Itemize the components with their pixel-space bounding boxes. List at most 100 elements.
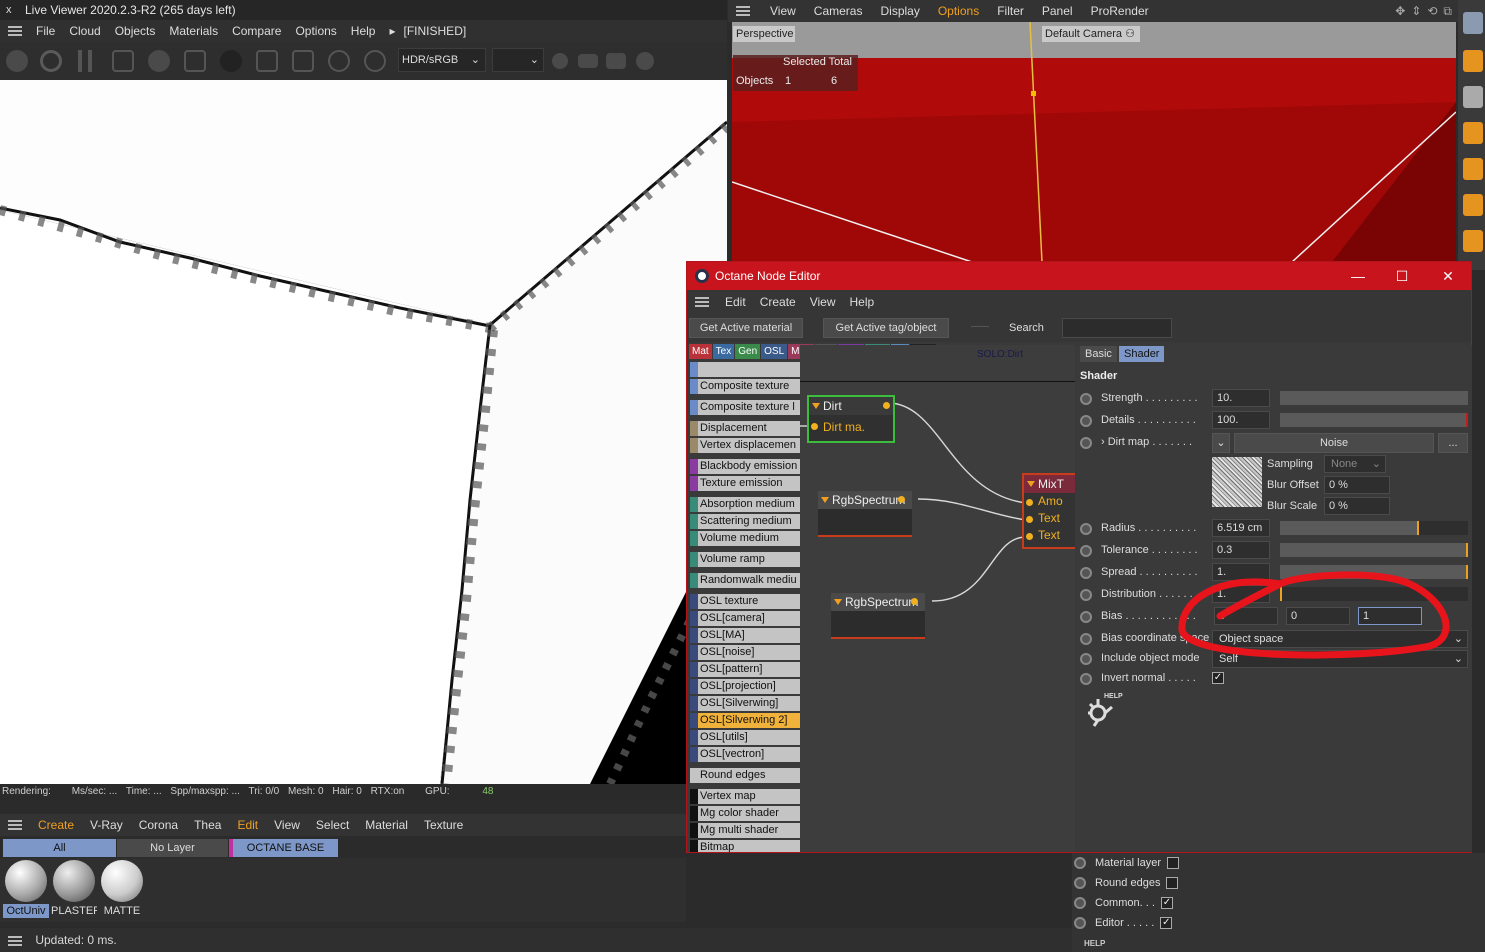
- material-ball-icon[interactable]: [220, 50, 242, 72]
- vp-menu-cameras[interactable]: Cameras: [814, 4, 863, 18]
- region-render-icon[interactable]: [112, 50, 134, 72]
- material-pick-icon[interactable]: [364, 50, 386, 72]
- material-plaster[interactable]: PLASTER: [51, 860, 97, 920]
- attr-editor[interactable]: Editor . . . . . ✓: [1072, 914, 1173, 932]
- node-type-item[interactable]: Vertex map: [690, 789, 800, 804]
- mm-menu-texture[interactable]: Texture: [424, 818, 463, 832]
- color-icon[interactable]: [636, 52, 654, 70]
- close-button[interactable]: ✕: [1425, 262, 1471, 290]
- maximize-button[interactable]: ☐: [1379, 262, 1425, 290]
- zoom-view-icon[interactable]: ⇕: [1411, 4, 1421, 18]
- mm-menu-edit[interactable]: Edit: [237, 818, 258, 832]
- mm-menu-corona[interactable]: Corona: [139, 818, 178, 832]
- animate-radio-icon[interactable]: [1074, 897, 1086, 909]
- node-type-item[interactable]: Scattering medium: [690, 514, 800, 529]
- node-type-item[interactable]: Bitmap: [690, 840, 800, 852]
- ne-menu-create[interactable]: Create: [760, 295, 796, 309]
- animate-radio-icon[interactable]: [1080, 545, 1092, 557]
- spline-tool-icon[interactable]: [1463, 194, 1483, 216]
- checkbox-checked[interactable]: ✓: [1160, 897, 1173, 909]
- distribution-slider[interactable]: [1280, 587, 1468, 601]
- animate-radio-icon[interactable]: [1074, 877, 1086, 889]
- clay-mode-icon[interactable]: [552, 53, 568, 69]
- camera-icon[interactable]: [606, 53, 626, 69]
- primitive-tool-icon[interactable]: [1463, 122, 1483, 144]
- tab-shader[interactable]: Shader: [1119, 346, 1165, 362]
- ne-menu-view[interactable]: View: [810, 295, 836, 309]
- dirt-map-dropdown[interactable]: ⌄: [1212, 433, 1230, 453]
- node-type-item[interactable]: OSL[pattern]: [690, 662, 800, 677]
- node-type-item[interactable]: OSL[Silverwing]: [690, 696, 800, 711]
- spread-slider[interactable]: [1280, 565, 1468, 579]
- radius-input[interactable]: 6.519 cm: [1212, 519, 1270, 537]
- category-tab-osl[interactable]: OSL: [761, 344, 788, 359]
- viewport-camera-label[interactable]: Default Camera ⚇: [1042, 26, 1140, 42]
- mm-menu-select[interactable]: Select: [316, 818, 349, 832]
- cube-tool-icon[interactable]: [1463, 50, 1483, 72]
- animate-radio-icon[interactable]: [1080, 567, 1092, 579]
- animate-radio-icon[interactable]: [1080, 633, 1092, 645]
- object-tool-icon[interactable]: [1463, 12, 1483, 34]
- tab-basic[interactable]: Basic: [1080, 346, 1117, 362]
- get-active-tag-button[interactable]: Get Active tag/object: [823, 318, 949, 338]
- generator-tool-icon[interactable]: [1463, 158, 1483, 180]
- animate-radio-icon[interactable]: [1080, 589, 1092, 601]
- input-pin[interactable]: [1026, 533, 1033, 540]
- node-rgbspectrum-2[interactable]: RgbSpectrum: [831, 593, 925, 639]
- category-tab-mat[interactable]: Mat: [689, 344, 712, 359]
- film-region-icon[interactable]: [292, 50, 314, 72]
- dirt-map-more-button[interactable]: ...: [1438, 433, 1468, 453]
- hamburger-menu-icon[interactable]: [695, 297, 709, 307]
- minimize-button[interactable]: —: [1335, 262, 1381, 290]
- pause-icon[interactable]: [78, 50, 92, 72]
- settings-gear-icon[interactable]: [148, 50, 170, 72]
- menu-objects[interactable]: Objects: [115, 24, 156, 38]
- add-region-icon[interactable]: [256, 50, 278, 72]
- move-view-icon[interactable]: ✥: [1395, 4, 1405, 18]
- node-type-item[interactable]: Composite texture: [690, 379, 800, 394]
- mm-menu-thea[interactable]: Thea: [194, 818, 221, 832]
- output-pin[interactable]: [911, 598, 918, 605]
- ne-menu-edit[interactable]: Edit: [725, 295, 746, 309]
- help-icon[interactable]: HELP: [1084, 939, 1105, 948]
- node-type-item[interactable]: Randomwalk mediu: [690, 573, 800, 588]
- input-pin[interactable]: [811, 423, 818, 430]
- node-type-item[interactable]: Volume medium: [690, 531, 800, 546]
- strength-input[interactable]: 10.: [1212, 389, 1270, 407]
- output-pin[interactable]: [883, 402, 890, 409]
- animate-radio-icon[interactable]: [1074, 917, 1086, 929]
- node-type-item[interactable]: Round edges: [690, 768, 800, 783]
- bias-coordinate-select[interactable]: Object space ⌄: [1212, 630, 1468, 648]
- node-type-item[interactable]: Texture emission: [690, 476, 800, 491]
- category-tab-tex[interactable]: Tex: [712, 344, 735, 359]
- details-slider[interactable]: [1280, 413, 1468, 427]
- node-type-item[interactable]: Vertex displacemen: [690, 438, 800, 453]
- node-type-item[interactable]: Blackbody emission: [690, 459, 800, 474]
- material-octuniv[interactable]: OctUniv: [3, 860, 49, 920]
- animate-radio-icon[interactable]: [1080, 437, 1092, 449]
- input-pin[interactable]: [1026, 499, 1033, 506]
- attr-common[interactable]: Common. . . ✓: [1072, 894, 1173, 912]
- node-dirt[interactable]: Dirt Dirt ma.: [807, 395, 895, 443]
- rotate-view-icon[interactable]: ⟲: [1427, 4, 1437, 18]
- distribution-input[interactable]: 1.: [1212, 585, 1270, 603]
- attr-material-layer[interactable]: Material layer: [1072, 854, 1180, 872]
- deformer-tool-icon[interactable]: [1463, 230, 1483, 252]
- focus-pick-icon[interactable]: [328, 50, 350, 72]
- node-mixtexture[interactable]: MixT Amo Text Text: [1022, 473, 1075, 549]
- mm-menu-material[interactable]: Material: [365, 818, 408, 832]
- details-input[interactable]: 100.: [1212, 411, 1270, 429]
- node-type-item[interactable]: OSL[Silverwing 2]: [690, 713, 800, 728]
- node-type-item[interactable]: OSL[noise]: [690, 645, 800, 660]
- hamburger-menu-icon[interactable]: [8, 820, 22, 830]
- secondary-select[interactable]: ⌄: [492, 48, 544, 72]
- node-type-item[interactable]: Mg multi shader: [690, 823, 800, 838]
- node-type-item[interactable]: Absorption medium: [690, 497, 800, 512]
- bias-y-input[interactable]: 0: [1286, 607, 1350, 625]
- animate-radio-icon[interactable]: [1080, 653, 1092, 665]
- node-type-item[interactable]: Displacement: [690, 421, 800, 436]
- radius-slider[interactable]: [1280, 521, 1468, 535]
- animate-radio-icon[interactable]: [1080, 415, 1092, 427]
- sampling-select[interactable]: None ⌄: [1324, 455, 1386, 473]
- node-type-item[interactable]: OSL[utils]: [690, 730, 800, 745]
